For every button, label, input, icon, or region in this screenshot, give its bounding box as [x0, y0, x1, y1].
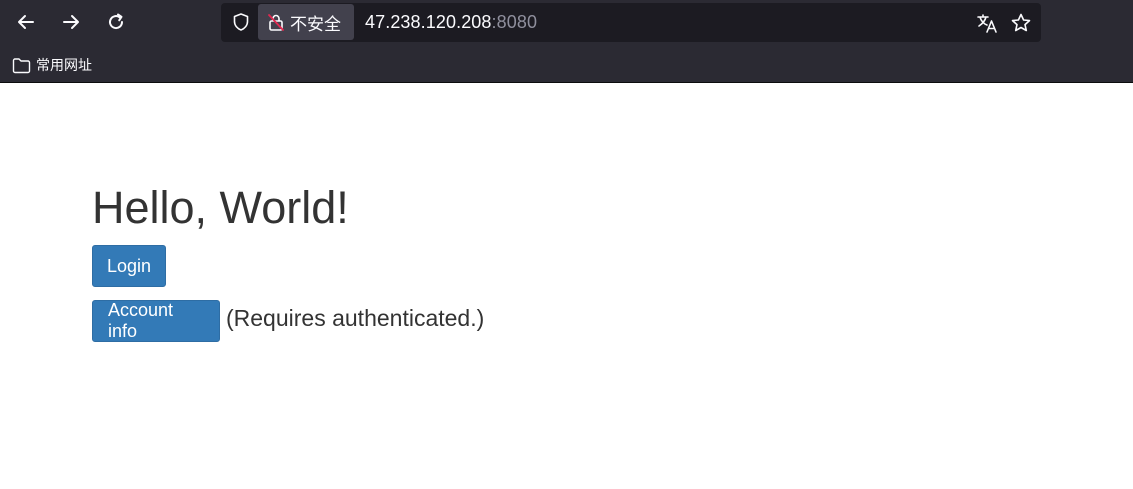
- browser-toolbar: 不安全 47.238.120.208:8080 常用网址: [0, 0, 1133, 83]
- url-host: 47.238.120.208: [365, 12, 492, 32]
- bookmark-folder-label: 常用网址: [36, 58, 92, 74]
- url-port: :8080: [491, 12, 538, 32]
- reload-button[interactable]: [103, 9, 129, 35]
- url-bar[interactable]: 不安全 47.238.120.208:8080: [221, 3, 1041, 42]
- folder-icon: [12, 57, 31, 73]
- back-arrow-icon: [18, 15, 34, 29]
- shield-icon[interactable]: [231, 12, 251, 32]
- reload-icon: [109, 13, 124, 30]
- site-security-indicator[interactable]: 不安全: [258, 4, 354, 40]
- auth-requirement-note: (Requires authenticated.): [226, 305, 485, 331]
- back-button[interactable]: [13, 9, 39, 35]
- bookmark-star-icon[interactable]: [1010, 12, 1032, 34]
- login-button[interactable]: Login: [92, 245, 166, 287]
- forward-button[interactable]: [58, 9, 84, 35]
- account-info-button[interactable]: Account info: [92, 300, 220, 342]
- security-label: 不安全: [290, 14, 341, 35]
- insecure-lock-icon: [268, 14, 284, 31]
- translate-icon[interactable]: [976, 12, 998, 34]
- bookmark-folder[interactable]: 常用网址: [12, 55, 92, 75]
- forward-arrow-icon: [63, 15, 79, 29]
- page-title: Hello, World!: [92, 182, 349, 233]
- url-text[interactable]: 47.238.120.208:8080: [365, 12, 537, 33]
